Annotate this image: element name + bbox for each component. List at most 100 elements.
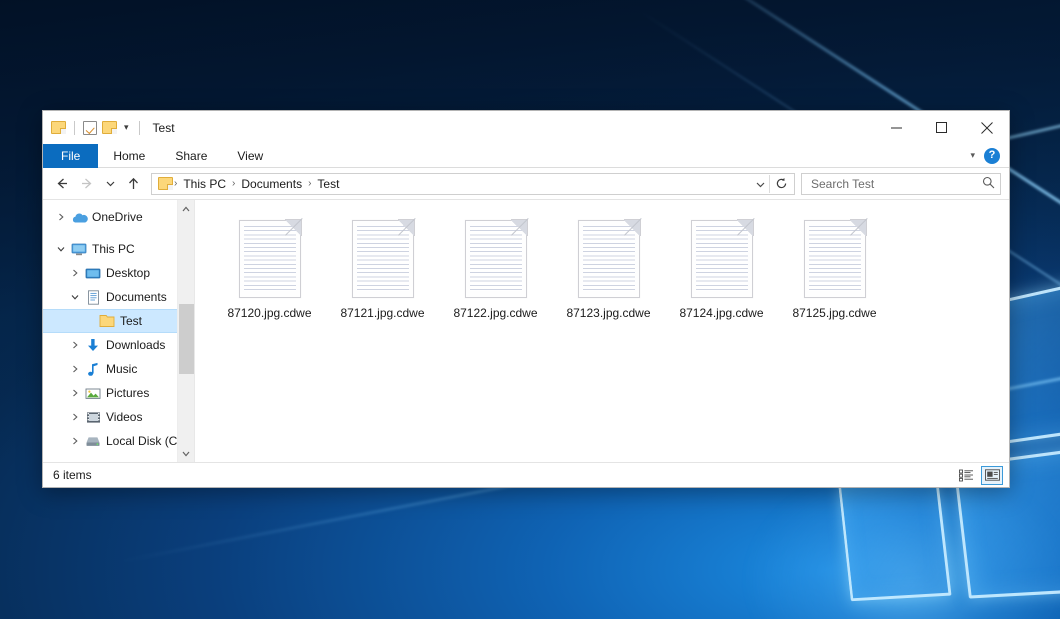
quick-access-toolbar: ▾ xyxy=(51,121,143,135)
refresh-icon[interactable] xyxy=(770,177,792,190)
generic-document-icon xyxy=(804,220,866,298)
sidebar-item-label: Music xyxy=(103,362,137,376)
generic-document-icon xyxy=(352,220,414,298)
scrollbar-thumb[interactable] xyxy=(179,304,194,375)
sidebar-item-label: Desktop xyxy=(103,266,150,280)
desktop: ▾ Test File Home Share View xyxy=(0,0,1060,619)
breadcrumb-documents[interactable]: Documents xyxy=(236,177,307,191)
generic-document-icon xyxy=(691,220,753,298)
sidebar-item-music[interactable]: Music xyxy=(43,357,194,381)
address-bar[interactable]: › This PC › Documents › Test xyxy=(151,173,795,195)
scroll-up-icon[interactable] xyxy=(178,200,195,217)
sidebar-item-onedrive[interactable]: OneDrive xyxy=(43,205,194,229)
help-icon[interactable]: ? xyxy=(984,148,1000,164)
file-explorer-window: ▾ Test File Home Share View xyxy=(42,110,1010,488)
minimize-button[interactable] xyxy=(874,111,919,144)
sidebar-item-videos[interactable]: Videos xyxy=(43,405,194,429)
sidebar-item-pictures[interactable]: Pictures xyxy=(43,381,194,405)
file-name: 87123.jpg.cdwe xyxy=(566,306,650,320)
recent-locations-button[interactable] xyxy=(101,172,119,196)
window-title: Test xyxy=(153,121,175,135)
file-item[interactable]: 87125.jpg.cdwe xyxy=(778,218,891,320)
generic-document-icon xyxy=(239,220,301,298)
sidebar-item-label: Local Disk (C:) xyxy=(103,434,185,448)
toolbar-divider xyxy=(74,121,75,135)
close-button[interactable] xyxy=(964,111,1009,144)
downloads-icon xyxy=(83,338,103,353)
chevron-down-icon[interactable] xyxy=(67,293,83,301)
sidebar-item-documents[interactable]: Documents xyxy=(43,285,194,309)
drive-icon xyxy=(83,435,103,448)
sidebar-item-this-pc[interactable]: This PC xyxy=(43,237,194,261)
desktop-icon xyxy=(83,267,103,280)
generic-document-icon xyxy=(465,220,527,298)
folder-icon xyxy=(158,177,173,190)
window-controls xyxy=(874,111,1009,144)
breadcrumb-this-pc[interactable]: This PC xyxy=(178,177,231,191)
sidebar-item-label: This PC xyxy=(89,242,135,256)
chevron-down-icon[interactable]: ▾ xyxy=(122,123,131,132)
sidebar-item-test[interactable]: Test xyxy=(43,309,194,333)
chevron-right-icon[interactable] xyxy=(67,389,83,397)
toolbar-divider xyxy=(139,121,140,135)
view-mode-buttons xyxy=(955,466,1003,485)
chevron-down-icon[interactable] xyxy=(751,178,769,188)
scrollbar-track[interactable] xyxy=(178,217,195,445)
sidebar-item-label: Downloads xyxy=(103,338,165,352)
title-bar: ▾ Test xyxy=(43,111,1009,144)
tab-file[interactable]: File xyxy=(43,144,98,168)
item-count-label: 6 items xyxy=(53,468,92,482)
file-item[interactable]: 87121.jpg.cdwe xyxy=(326,218,439,320)
details-view-button[interactable] xyxy=(955,466,977,485)
file-name: 87124.jpg.cdwe xyxy=(679,306,763,320)
chevron-down-icon[interactable]: ▾ xyxy=(970,150,975,161)
sidebar-item-label: OneDrive xyxy=(89,210,143,224)
navigation-bar: › This PC › Documents › Test xyxy=(43,168,1009,199)
sidebar-scrollbar[interactable] xyxy=(177,200,194,462)
forward-button[interactable] xyxy=(75,172,99,196)
large-icons-view-button[interactable] xyxy=(981,466,1003,485)
folder-icon xyxy=(97,314,117,328)
chevron-right-icon[interactable] xyxy=(53,213,69,221)
sidebar-item-downloads[interactable]: Downloads xyxy=(43,333,194,357)
tab-view[interactable]: View xyxy=(222,144,278,168)
address-bar-actions xyxy=(751,175,792,193)
sidebar-item-desktop[interactable]: Desktop xyxy=(43,261,194,285)
breadcrumb: › This PC › Documents › Test xyxy=(156,177,751,191)
file-name: 87121.jpg.cdwe xyxy=(340,306,424,320)
up-button[interactable] xyxy=(121,172,145,196)
tab-home[interactable]: Home xyxy=(98,144,160,168)
breadcrumb-test[interactable]: Test xyxy=(312,177,344,191)
chevron-right-icon[interactable] xyxy=(67,341,83,349)
scroll-down-icon[interactable] xyxy=(178,445,195,462)
file-item[interactable]: 87120.jpg.cdwe xyxy=(213,218,326,320)
new-folder-icon[interactable] xyxy=(102,121,117,134)
documents-icon xyxy=(83,290,103,305)
search-input[interactable] xyxy=(809,176,982,192)
navigation-pane: OneDrive This PC xyxy=(43,200,195,462)
maximize-button[interactable] xyxy=(919,111,964,144)
file-name: 87125.jpg.cdwe xyxy=(792,306,876,320)
chevron-right-icon[interactable] xyxy=(67,365,83,373)
computer-icon xyxy=(69,243,89,256)
file-item[interactable]: 87122.jpg.cdwe xyxy=(439,218,552,320)
onedrive-icon xyxy=(69,211,89,224)
folder-icon[interactable] xyxy=(51,121,66,134)
chevron-right-icon[interactable] xyxy=(67,413,83,421)
back-button[interactable] xyxy=(49,172,73,196)
search-box[interactable] xyxy=(801,173,1001,195)
logo-pane xyxy=(838,471,951,601)
file-item[interactable]: 87124.jpg.cdwe xyxy=(665,218,778,320)
chevron-right-icon[interactable] xyxy=(67,437,83,445)
properties-icon[interactable] xyxy=(83,121,97,135)
search-icon[interactable] xyxy=(982,176,995,192)
chevron-down-icon[interactable] xyxy=(53,245,69,253)
file-list-pane[interactable]: 87120.jpg.cdwe 87121.jpg.cdwe 87122.jpg.… xyxy=(195,200,1009,462)
file-item[interactable]: 87123.jpg.cdwe xyxy=(552,218,665,320)
sidebar-item-label: Videos xyxy=(103,410,142,424)
file-name: 87122.jpg.cdwe xyxy=(453,306,537,320)
sidebar-item-local-disk-c[interactable]: Local Disk (C:) xyxy=(43,429,194,453)
chevron-right-icon[interactable] xyxy=(67,269,83,277)
tab-share[interactable]: Share xyxy=(160,144,222,168)
ribbon-tab-bar: File Home Share View ▾ ? xyxy=(43,144,1009,168)
